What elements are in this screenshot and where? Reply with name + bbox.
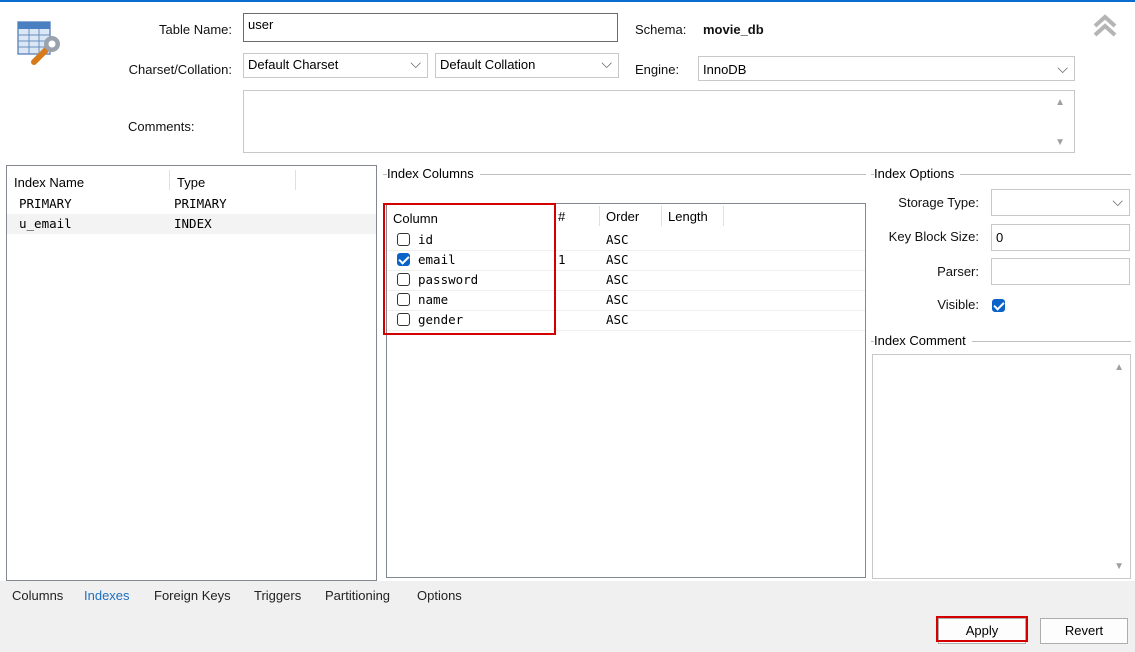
tab-columns[interactable]: Columns bbox=[12, 588, 63, 603]
column-order-cell[interactable]: ASC bbox=[606, 232, 629, 247]
index-options-section: Index Options bbox=[871, 165, 1131, 185]
parser-label: Parser: bbox=[937, 264, 979, 279]
collation-value: Default Collation bbox=[440, 57, 536, 72]
chevron-down-icon: ⌵ bbox=[410, 55, 421, 71]
double-chevron-up-icon[interactable] bbox=[1092, 12, 1118, 38]
charset-label: Charset/Collation: bbox=[128, 62, 232, 77]
header-divider bbox=[723, 206, 724, 226]
engine-label: Engine: bbox=[635, 62, 680, 77]
comments-textarea[interactable]: ▲ ▼ bbox=[243, 90, 1075, 153]
table-wrench-icon bbox=[16, 18, 64, 66]
index-name-cell: PRIMARY bbox=[19, 196, 72, 211]
scroll-down-icon[interactable]: ▼ bbox=[1114, 561, 1124, 572]
collation-select[interactable]: Default Collation ⌵ bbox=[435, 53, 619, 78]
index-list-header: Index Name Type bbox=[7, 166, 376, 192]
column-header-order[interactable]: Order bbox=[606, 209, 639, 224]
schema-label: Schema: bbox=[635, 22, 687, 37]
scroll-up-icon[interactable]: ▲ bbox=[1055, 97, 1065, 108]
comments-label: Comments: bbox=[128, 119, 195, 134]
index-name-cell: u_email bbox=[19, 216, 72, 231]
index-comment-textarea[interactable]: ▲ ▼ bbox=[872, 354, 1131, 579]
charset-select[interactable]: Default Charset ⌵ bbox=[243, 53, 428, 78]
revert-button[interactable]: Revert bbox=[1040, 618, 1128, 644]
column-order-cell[interactable]: ASC bbox=[606, 272, 629, 287]
column-header-type[interactable]: Type bbox=[177, 175, 205, 190]
tab-triggers[interactable]: Triggers bbox=[254, 588, 301, 603]
column-order-cell[interactable]: ASC bbox=[606, 312, 629, 327]
table-name-label: Table Name: bbox=[159, 22, 232, 37]
column-header-length[interactable]: Length bbox=[668, 209, 708, 224]
chevron-down-icon: ⌵ bbox=[1057, 60, 1068, 76]
index-list-table[interactable]: Index Name Type PRIMARY PRIMARY u_email … bbox=[6, 165, 377, 581]
apply-highlight-box bbox=[936, 616, 1028, 642]
table-row[interactable]: PRIMARY PRIMARY bbox=[7, 194, 376, 214]
index-options-title: Index Options bbox=[874, 166, 961, 181]
storage-type-select[interactable]: ⌵ bbox=[991, 189, 1130, 216]
tab-foreign-keys[interactable]: Foreign Keys bbox=[154, 588, 231, 603]
table-row-selected[interactable]: u_email INDEX bbox=[7, 214, 376, 234]
engine-value: InnoDB bbox=[703, 62, 747, 77]
visible-label: Visible: bbox=[937, 297, 979, 312]
charset-value: Default Charset bbox=[248, 57, 339, 72]
key-block-size-label: Key Block Size: bbox=[888, 229, 979, 244]
table-name-input[interactable]: user bbox=[243, 13, 618, 42]
header-divider bbox=[599, 206, 600, 226]
header-divider bbox=[661, 206, 662, 226]
editor-tab-bar: Columns Indexes Foreign Keys Triggers Pa… bbox=[0, 581, 1135, 611]
visible-checkbox[interactable] bbox=[992, 299, 1005, 312]
tab-options[interactable]: Options bbox=[417, 588, 462, 603]
chevron-down-icon: ⌵ bbox=[1112, 193, 1123, 209]
header-divider bbox=[295, 170, 296, 190]
index-type-cell: INDEX bbox=[174, 216, 212, 231]
storage-type-label: Storage Type: bbox=[898, 195, 979, 210]
tab-indexes[interactable]: Indexes bbox=[84, 588, 130, 603]
index-columns-title: Index Columns bbox=[387, 166, 480, 181]
tab-partitioning[interactable]: Partitioning bbox=[325, 588, 390, 603]
chevron-down-icon: ⌵ bbox=[601, 55, 612, 71]
index-comment-section: Index Comment bbox=[871, 332, 1131, 352]
column-highlight-box bbox=[383, 203, 556, 335]
index-comment-title: Index Comment bbox=[874, 333, 972, 348]
engine-select[interactable]: InnoDB ⌵ bbox=[698, 56, 1075, 81]
column-order-cell[interactable]: ASC bbox=[606, 252, 629, 267]
scroll-down-icon[interactable]: ▼ bbox=[1055, 137, 1065, 148]
column-num-cell: 1 bbox=[558, 252, 566, 267]
column-order-cell[interactable]: ASC bbox=[606, 292, 629, 307]
parser-input[interactable] bbox=[991, 258, 1130, 285]
header-divider bbox=[169, 170, 170, 190]
column-header-index-name[interactable]: Index Name bbox=[14, 175, 84, 190]
index-type-cell: PRIMARY bbox=[174, 196, 227, 211]
column-header-number[interactable]: # bbox=[558, 209, 565, 224]
key-block-size-input[interactable]: 0 bbox=[991, 224, 1130, 251]
top-accent-line bbox=[0, 0, 1135, 2]
scroll-up-icon[interactable]: ▲ bbox=[1114, 362, 1124, 373]
schema-value: movie_db bbox=[703, 22, 764, 37]
